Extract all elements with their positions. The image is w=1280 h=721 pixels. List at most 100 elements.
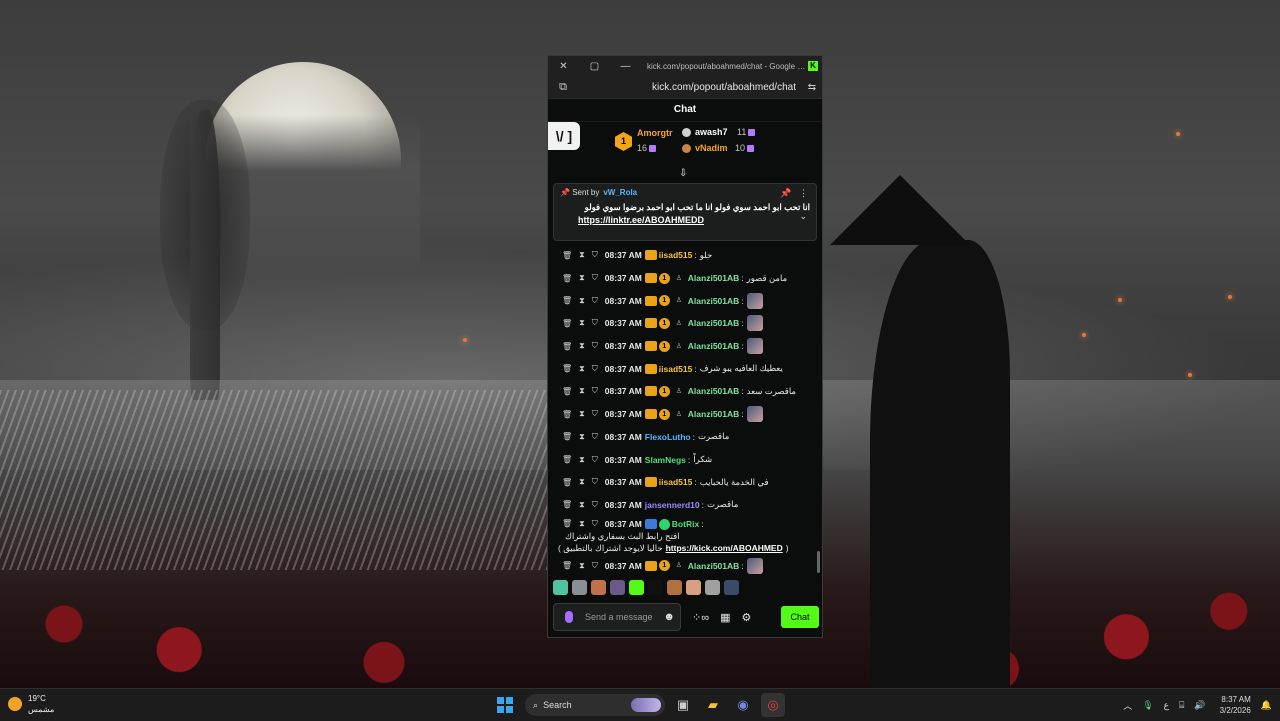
ban-icon[interactable]: ⛉: [592, 561, 598, 571]
ban-icon[interactable]: ⛉: [592, 386, 598, 396]
emote-10[interactable]: [724, 579, 739, 595]
bot-message[interactable]: 🗑 ⧗ ⛉ 08:37 AM BotRix: افتح رابط البث بسفاري …: [548, 516, 820, 554]
ban-icon[interactable]: ⛉: [592, 519, 598, 529]
ban-icon[interactable]: ⛉: [592, 318, 598, 328]
mic-icon[interactable]: [565, 611, 573, 623]
emote-9[interactable]: [705, 579, 720, 595]
trash-icon[interactable]: 🗑: [562, 319, 572, 328]
ban-icon[interactable]: ⛉: [592, 273, 598, 283]
trash-icon[interactable]: 🗑: [562, 478, 572, 487]
taskbar-search[interactable]: ⌕ Search: [525, 694, 665, 716]
message-username[interactable]: iisad515: [659, 477, 693, 487]
timeout-icon[interactable]: ⧗: [579, 455, 585, 465]
settings-icon[interactable]: ⚙: [741, 611, 751, 624]
message-username[interactable]: jansennerd10: [645, 500, 700, 510]
language-indicator[interactable]: ع: [1164, 700, 1169, 711]
chat-message[interactable]: 🗑 ⧗ ⛉ 08:37 AM FlexoLutho: ماقصرت: [548, 426, 820, 449]
mic-tray-icon[interactable]: 🎙: [1142, 700, 1153, 711]
ban-icon[interactable]: ⛉: [592, 250, 598, 260]
chat-message[interactable]: 🗑 ⧗ ⛉ 08:37 AM iisad515: يعطيك العافيه يبو شر…: [548, 357, 820, 380]
timeout-icon[interactable]: ⧗: [579, 273, 585, 283]
clock[interactable]: 8:37 AM 3/2/2026: [1220, 694, 1251, 716]
maximize-icon[interactable]: ▢: [579, 61, 610, 72]
pinned-link[interactable]: https://linktr.ee/ABOAHMEDD: [560, 215, 810, 225]
trash-icon[interactable]: 🗑: [562, 561, 572, 570]
message-username[interactable]: Alanzi501AB: [688, 341, 740, 351]
emote-8[interactable]: [686, 579, 701, 595]
chrome-icon[interactable]: ◎: [761, 693, 785, 717]
notification-bell-icon[interactable]: 🔔: [1261, 700, 1272, 711]
trash-icon[interactable]: 🗑: [562, 410, 572, 419]
trash-icon[interactable]: 🗑: [562, 296, 572, 305]
ban-icon[interactable]: ⛉: [592, 296, 598, 306]
emote-6[interactable]: [648, 579, 663, 595]
leader-third-name[interactable]: vNadim: [682, 143, 728, 154]
timeout-icon[interactable]: ⧗: [579, 386, 585, 396]
chat-message[interactable]: 🗑 ⧗ ⛉ 08:37 AM iisad515: حلو: [548, 244, 820, 267]
weather-widget[interactable]: 19°C مشمس: [8, 693, 54, 715]
pinned-message[interactable]: 📌 Sent by vW_Rola 📌 ⋮ انا تحب ابو احمد س…: [553, 183, 817, 241]
message-username[interactable]: Alanzi501AB: [688, 296, 740, 306]
timeout-icon[interactable]: ⧗: [579, 296, 585, 306]
chat-message[interactable]: 🗑 ⧗ ⛉ 08:37 AM jansennerd10: ماقصرت: [548, 494, 820, 517]
timeout-icon[interactable]: ⧗: [579, 561, 585, 571]
send-chat-button[interactable]: Chat: [781, 606, 819, 628]
leader-first-name[interactable]: Amorgtr: [637, 128, 673, 138]
trash-icon[interactable]: 🗑: [562, 342, 572, 351]
timeout-icon[interactable]: ⧗: [579, 341, 585, 351]
timeout-icon[interactable]: ⧗: [579, 519, 585, 529]
message-link[interactable]: https://kick.com/ABOAHMED: [666, 543, 783, 553]
ban-icon[interactable]: ⛉: [592, 477, 598, 487]
timeout-icon[interactable]: ⧗: [579, 364, 585, 374]
emote-3[interactable]: [591, 579, 606, 595]
gift-store-icon[interactable]: ▦: [720, 611, 730, 624]
start-button[interactable]: [497, 697, 513, 713]
message-username[interactable]: SlamNegs: [645, 455, 686, 465]
chat-message[interactable]: 🗑 ⧗ ⛉ 08:37 AM iisad515: في الخدمة يالحبايب: [548, 471, 820, 494]
file-explorer-icon[interactable]: ▰: [701, 693, 725, 717]
message-username[interactable]: Alanzi501AB: [688, 561, 740, 571]
trash-icon[interactable]: 🗑: [562, 432, 572, 441]
network-icon[interactable]: ⌸: [1179, 700, 1184, 711]
message-username[interactable]: iisad515: [659, 364, 693, 374]
trash-icon[interactable]: 🗑: [562, 274, 572, 283]
message-username[interactable]: Alanzi501AB: [688, 318, 740, 328]
chevron-down-icon[interactable]: ⌄: [799, 211, 807, 222]
close-icon[interactable]: ✕: [548, 61, 579, 72]
chat-message[interactable]: 🗑 ⧗ ⛉ 08:37 AM 1 ♙ Alanzi501AB:: [548, 403, 820, 426]
ban-icon[interactable]: ⛉: [592, 409, 598, 419]
chat-message[interactable]: 🗑 ⧗ ⛉ 08:37 AM 1 ♙ Alanzi501AB:: [548, 335, 820, 358]
timeout-icon[interactable]: ⧗: [579, 318, 585, 328]
message-input[interactable]: Send a message ☻: [553, 603, 681, 631]
message-username[interactable]: FlexoLutho: [645, 432, 691, 442]
unpin-and-more-icons[interactable]: 📌 ⋮: [780, 188, 808, 199]
chat-message[interactable]: 🗑 ⧗ ⛉ 08:37 AM 1 ♙ Alanzi501AB: ماقصرت سعد: [548, 380, 820, 403]
chat-message[interactable]: 🗑 ⧗ ⛉ 08:37 AM 1 ♙ Alanzi501AB:: [548, 312, 820, 335]
ban-icon[interactable]: ⛉: [592, 364, 598, 374]
scroll-down-icon[interactable]: ⇩: [679, 168, 687, 179]
channel-logo[interactable]: \/ ]: [548, 122, 580, 150]
pinned-sender[interactable]: vW_Rola: [603, 188, 637, 197]
timeout-icon[interactable]: ⧗: [579, 250, 585, 260]
ban-icon[interactable]: ⛉: [592, 500, 598, 510]
leader-second-name[interactable]: awash7: [682, 127, 728, 138]
timeout-icon[interactable]: ⧗: [579, 409, 585, 419]
scrollbar[interactable]: [817, 551, 820, 573]
task-view-icon[interactable]: ▣: [671, 693, 695, 717]
ban-icon[interactable]: ⛉: [592, 341, 598, 351]
url-text[interactable]: kick.com/popout/aboahmed/chat: [578, 82, 802, 93]
message-username[interactable]: BotRix: [672, 519, 699, 529]
timeout-icon[interactable]: ⧗: [579, 500, 585, 510]
chat-message[interactable]: 🗑 ⧗ ⛉ 08:37 AM 1 ♙ Alanzi501AB: مامن قصور: [548, 267, 820, 290]
emote-1[interactable]: [553, 579, 568, 595]
ban-icon[interactable]: ⛉: [592, 455, 598, 465]
emote-5[interactable]: [629, 579, 644, 595]
chat-message[interactable]: 🗑 ⧗ ⛉ 08:37 AM SlamNegs: شكراً: [548, 448, 820, 471]
trash-icon[interactable]: 🗑: [562, 387, 572, 396]
emote-4[interactable]: [610, 579, 625, 595]
chat-message[interactable]: 🗑 ⧗ ⛉ 08:37 AM 1 ♙ Alanzi501AB:: [548, 554, 820, 577]
trash-icon[interactable]: 🗑: [562, 500, 572, 509]
volume-icon[interactable]: 🔊: [1194, 700, 1205, 711]
trash-icon[interactable]: 🗑: [562, 519, 572, 528]
trash-icon[interactable]: 🗑: [562, 251, 572, 260]
